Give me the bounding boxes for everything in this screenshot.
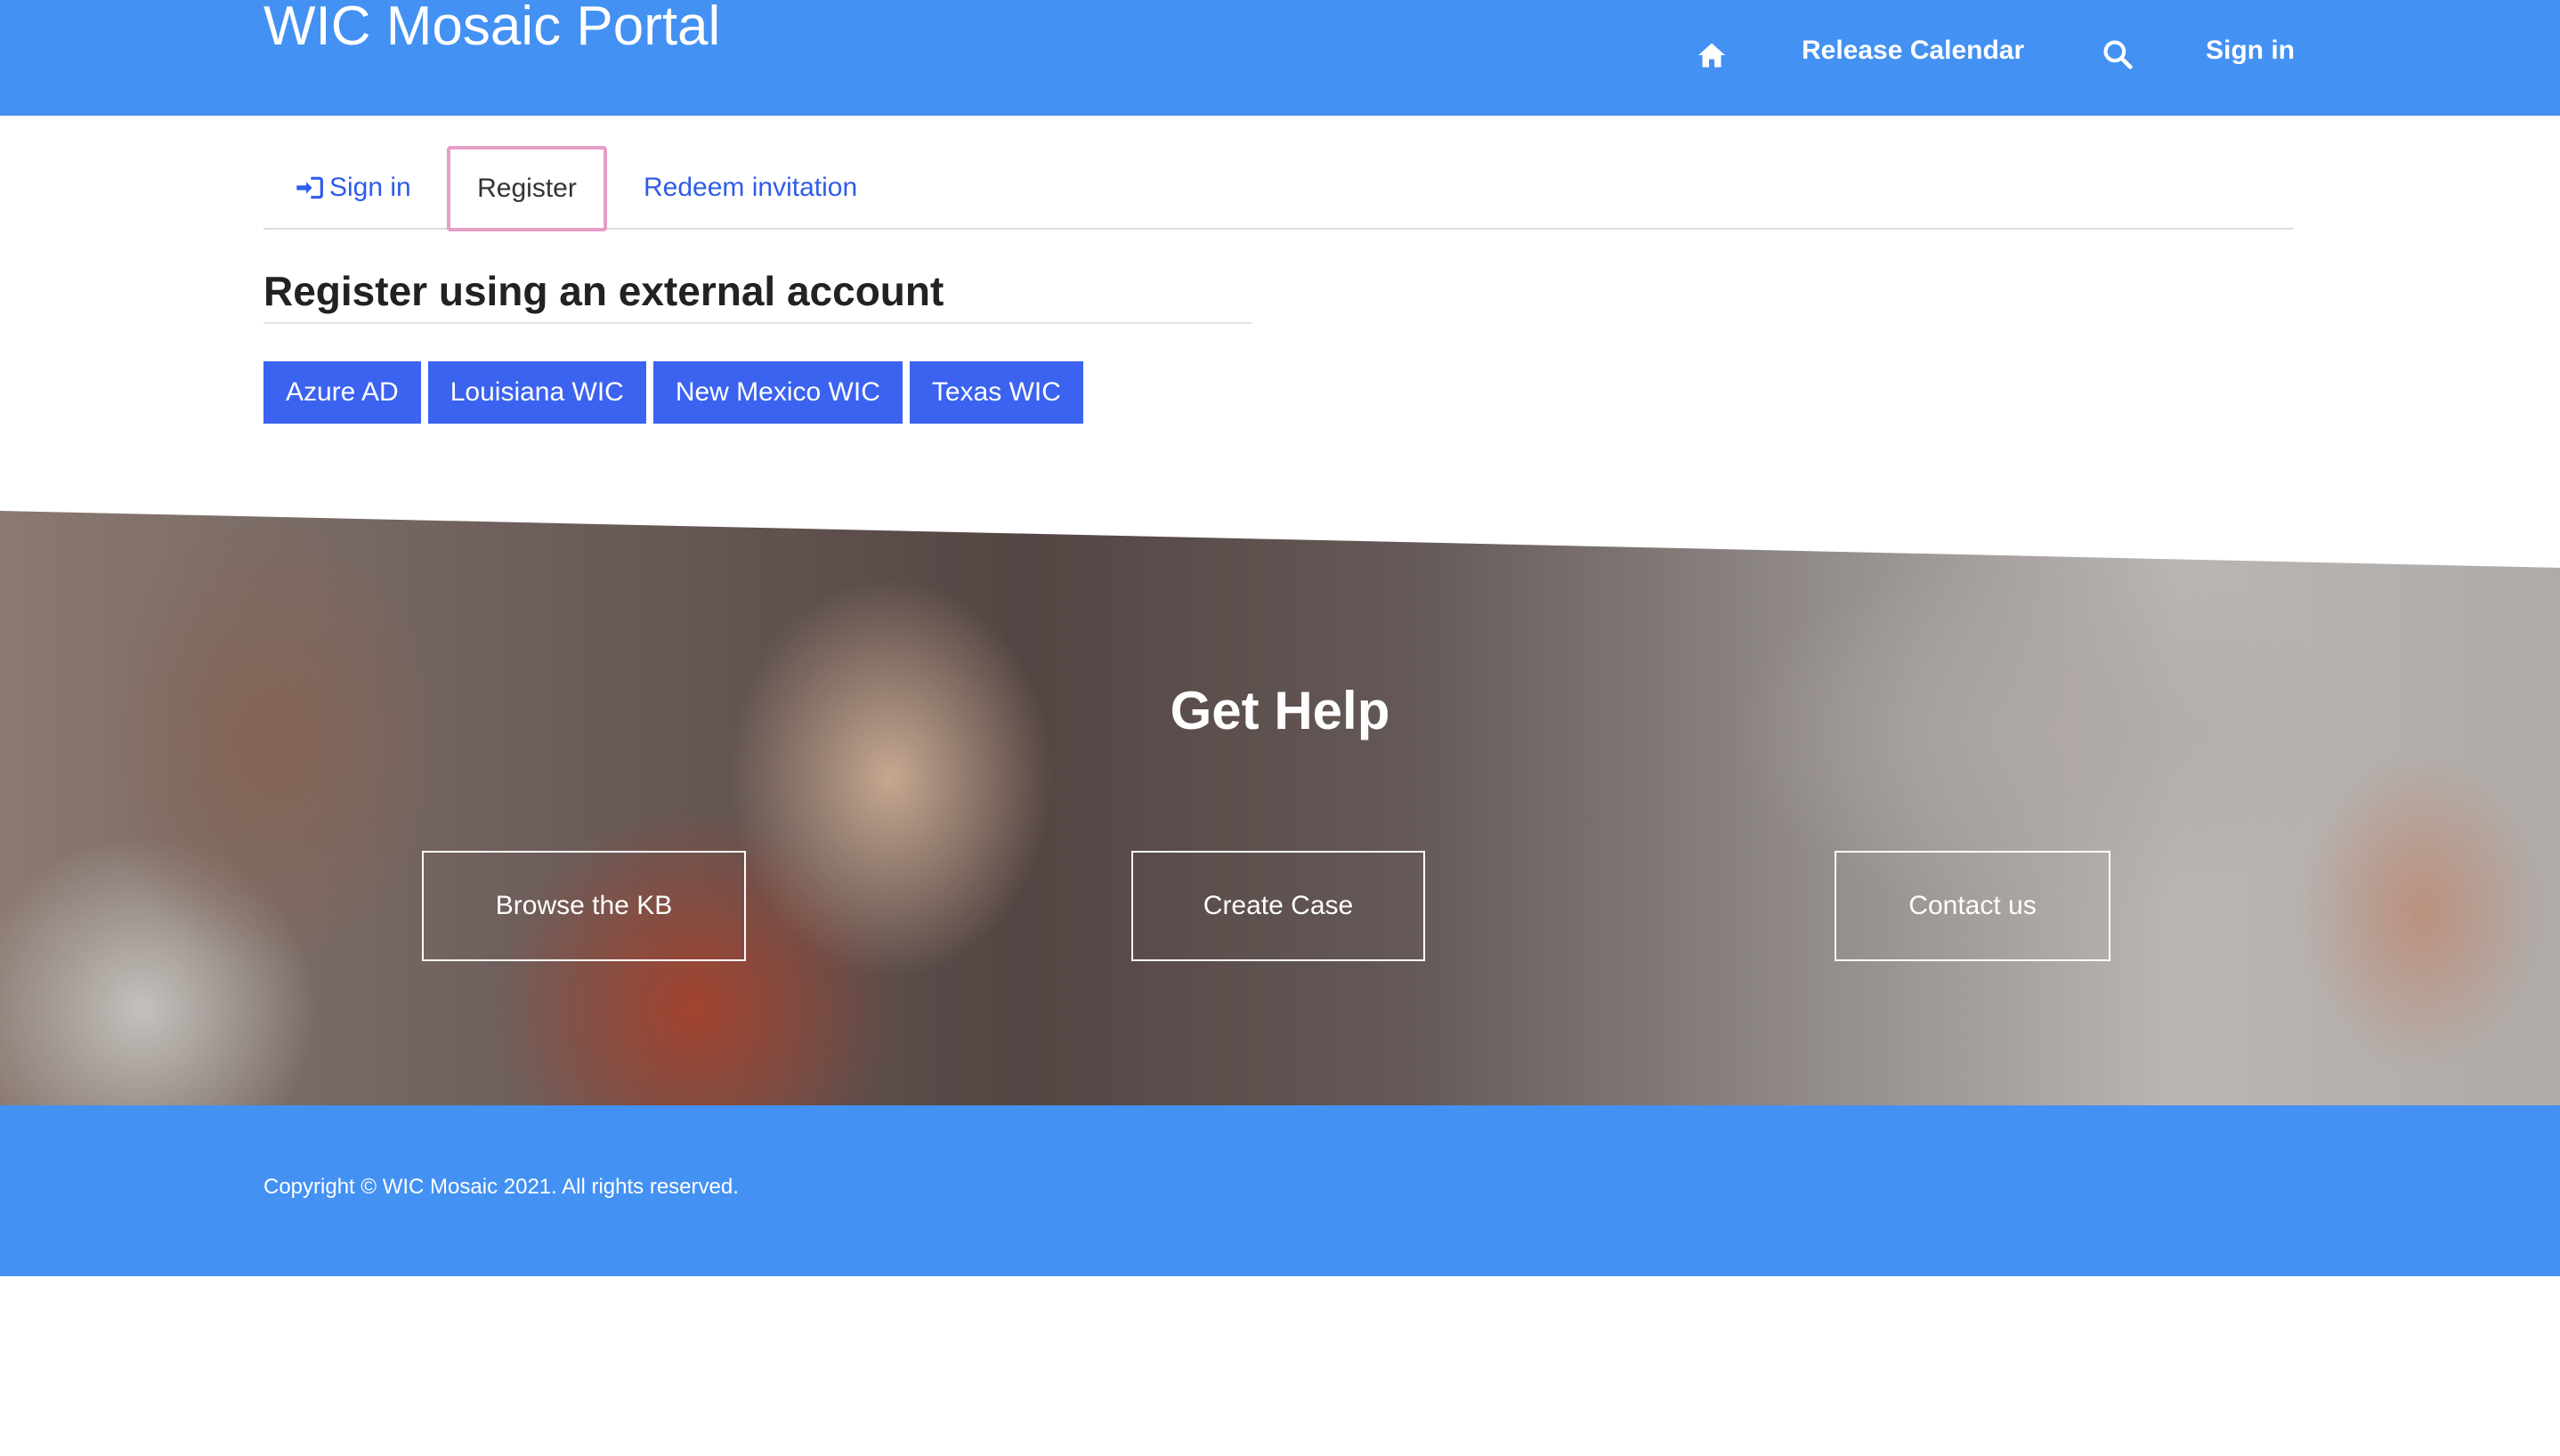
louisiana-wic-button[interactable]: Louisiana WIC [427,361,646,424]
banner-photo [0,511,2560,1105]
tab-register-label: Register [477,174,577,203]
top-navbar: WIC Mosaic Portal Release Calendar Sign … [0,0,2560,116]
copyright-text: Copyright © WIC Mosaic 2021. All rights … [263,1175,739,1199]
sign-in-icon [296,176,323,199]
get-help-banner: Get Help Browse the KB Create Case Conta… [0,511,2560,1105]
tab-sign-in-label: Sign in [329,173,411,202]
site-brand[interactable]: WIC Mosaic Portal [263,0,720,58]
home-icon[interactable] [1696,39,1728,71]
contact-us-button[interactable]: Contact us [1835,851,2110,961]
texas-wic-button[interactable]: Texas WIC [909,361,1083,424]
get-help-title: Get Help [1170,681,1390,740]
nav-sign-in[interactable]: Sign in [2206,36,2295,66]
external-providers: Azure AD Louisiana WIC New Mexico WIC Te… [263,361,1083,424]
browse-kb-button[interactable]: Browse the KB [422,851,746,961]
azure-ad-button[interactable]: Azure AD [263,361,421,424]
create-case-button[interactable]: Create Case [1131,851,1425,961]
tab-register[interactable]: Register [447,146,607,231]
tab-sign-in[interactable]: Sign in [296,146,411,230]
nav-release-calendar[interactable]: Release Calendar [1802,36,2024,66]
account-tabs: Sign in Register Redeem invitation [263,146,2293,231]
divider [263,322,1252,324]
search-icon[interactable] [2101,37,2135,71]
footer: Copyright © WIC Mosaic 2021. All rights … [0,1105,2560,1276]
new-mexico-wic-button[interactable]: New Mexico WIC [652,361,903,424]
register-heading: Register using an external account [263,268,944,314]
tab-redeem-label: Redeem invitation [644,173,858,202]
tab-redeem-invitation[interactable]: Redeem invitation [644,146,857,230]
